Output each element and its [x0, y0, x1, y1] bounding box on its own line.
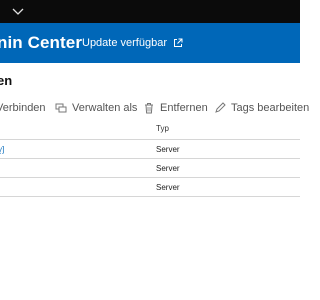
chevron-down-icon[interactable] — [12, 6, 24, 16]
app-header: nin Center Update verfügbar — [0, 23, 300, 63]
tag-icon — [215, 102, 226, 113]
server-type-cell: Server — [156, 164, 180, 173]
manage-as-label: Verwalten als — [72, 102, 138, 114]
app-title: nin Center — [0, 33, 83, 52]
update-available-label: Update verfügbar — [82, 37, 167, 49]
page-title: en — [0, 73, 13, 88]
manage-as-icon — [55, 103, 67, 113]
server-name-link[interactable]: y] — [0, 145, 4, 154]
trash-icon — [145, 103, 153, 114]
manage-as-button[interactable]: Verwalten als — [55, 102, 137, 114]
table-row[interactable]: Server — [0, 178, 300, 197]
edit-tags-button[interactable]: Tags bearbeiten — [214, 102, 309, 114]
toolbar: Verbinden Verwalten als Entfernen Tags b… — [0, 98, 309, 118]
table-row[interactable]: Server — [0, 159, 300, 178]
edit-tags-label: Tags bearbeiten — [231, 102, 310, 114]
update-available-link[interactable]: Update verfügbar — [82, 37, 183, 49]
table-row[interactable]: y] Server — [0, 140, 300, 159]
connect-label: Verbinden — [0, 102, 46, 114]
remove-label: Entfernen — [160, 102, 208, 114]
column-header-type[interactable]: Typ — [156, 124, 169, 133]
connect-button[interactable]: Verbinden — [0, 102, 46, 114]
external-link-icon — [174, 38, 183, 47]
os-title-bar — [0, 0, 300, 23]
connections-table: Typ y] Server Server Server — [0, 120, 300, 197]
remove-button[interactable]: Entfernen — [143, 102, 208, 114]
server-type-cell: Server — [156, 145, 180, 154]
server-type-cell: Server — [156, 183, 180, 192]
table-header: Typ — [0, 120, 300, 140]
